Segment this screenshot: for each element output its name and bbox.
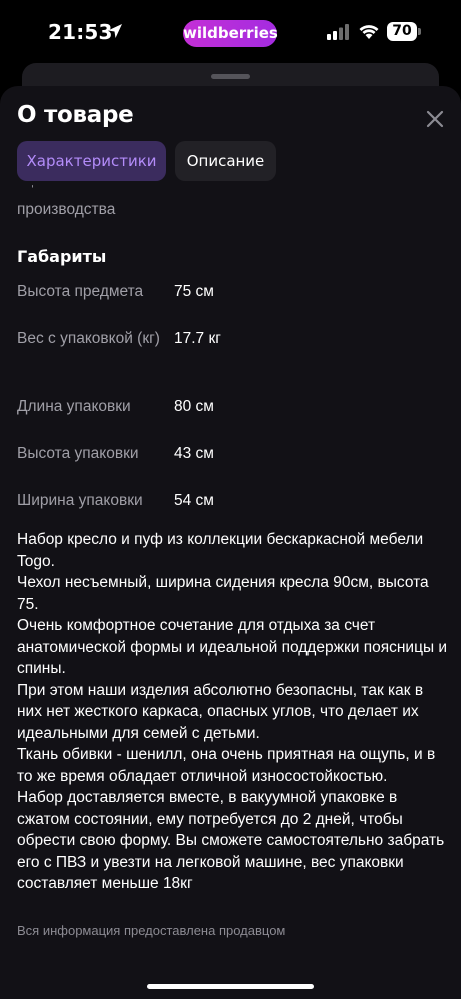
home-indicator[interactable] <box>147 984 314 989</box>
tab-characteristics[interactable]: Характеристики <box>17 141 166 181</box>
product-description: Набор кресло и пуф из коллекции бескарка… <box>17 531 448 892</box>
spec-label: Вес с упаковкой (кг) <box>17 330 160 347</box>
spec-label: Высота предмета <box>17 283 144 300</box>
location-arrow-icon <box>108 24 122 38</box>
spec-value: 54 см <box>174 492 214 509</box>
spec-value: 80 см <box>174 398 214 415</box>
brand-badge[interactable]: wildberries <box>183 20 278 47</box>
tab-description[interactable]: Описание <box>175 141 276 181</box>
sheet-grabber[interactable] <box>211 74 250 79</box>
spec-value: 43 см <box>174 445 214 462</box>
page-title: О товаре <box>17 102 134 128</box>
wifi-icon <box>359 25 379 39</box>
spec-value: 17.7 кг <box>174 330 221 347</box>
status-bar: 21:53 wildberries 70 <box>0 0 461 62</box>
section-heading-dimensions: Габариты <box>17 247 107 266</box>
characteristics-content[interactable]: ˈ производства Габариты Высота предмета … <box>0 185 461 999</box>
spec-label: Высота упаковки <box>17 445 139 462</box>
spec-label-previous: производства <box>17 201 116 218</box>
spec-label: Ширина упаковки <box>17 492 143 509</box>
spec-value: 75 см <box>174 283 214 300</box>
battery-tip <box>418 28 421 35</box>
clipped-text-fragment: ˈ <box>30 185 35 200</box>
status-time: 21:53 <box>48 20 113 44</box>
battery-level: 70 <box>387 22 417 41</box>
seller-info-note: Вся информация предоставлена продавцом <box>17 923 286 938</box>
product-info-sheet: О товаре Характеристики Описание ˈ произ… <box>0 86 461 999</box>
close-icon[interactable] <box>422 106 448 132</box>
spec-label: Длина упаковки <box>17 398 131 415</box>
signal-icon <box>327 24 349 40</box>
